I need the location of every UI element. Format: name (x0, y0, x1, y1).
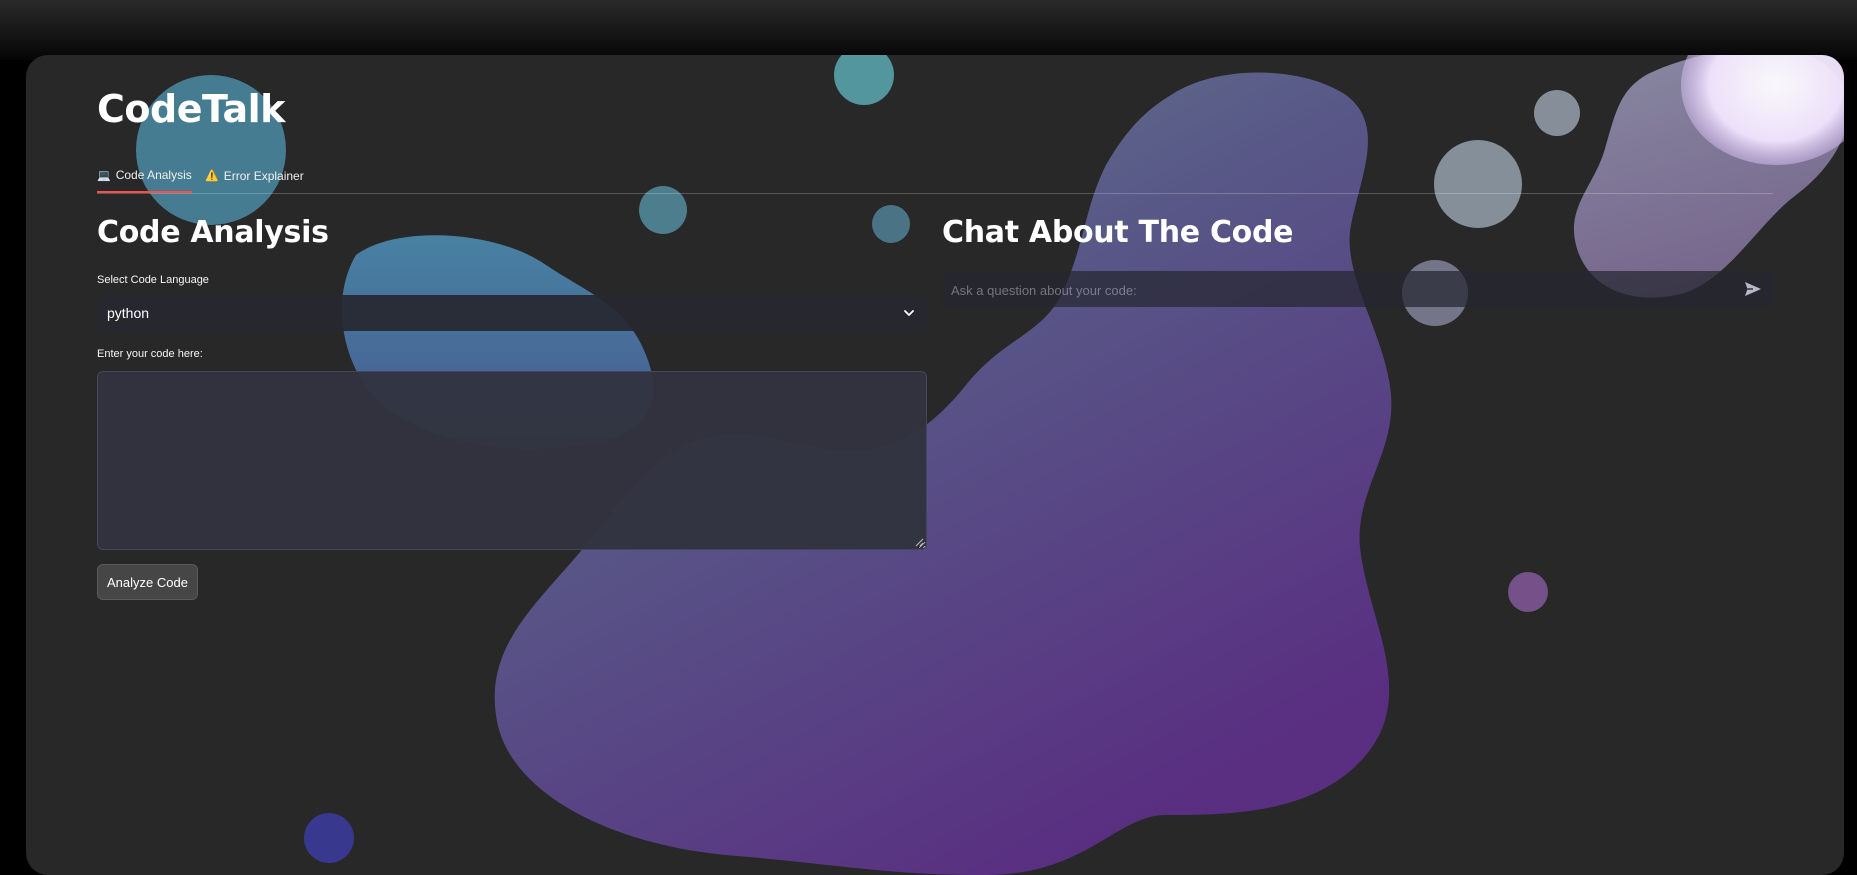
tab-bar: 💻 Code Analysis ⚠️ Error Explainer (97, 159, 1773, 194)
code-analysis-heading: Code Analysis (97, 215, 329, 250)
main-content: CodeTalk 💻 Code Analysis ⚠️ Error Explai… (26, 55, 1844, 875)
warning-icon: ⚠️ (205, 170, 219, 182)
tab-label: Code Analysis (115, 168, 192, 182)
tab-error-explainer[interactable]: ⚠️ Error Explainer (205, 159, 304, 192)
laptop-icon: 💻 (97, 169, 111, 182)
page-title: CodeTalk (97, 87, 285, 131)
app-window: CodeTalk 💻 Code Analysis ⚠️ Error Explai… (26, 55, 1844, 875)
analyze-code-button[interactable]: Analyze Code (97, 564, 198, 600)
language-select[interactable]: python (97, 295, 927, 331)
chevron-down-icon (904, 310, 914, 316)
language-select-label: Select Code Language (97, 274, 209, 286)
code-input-label: Enter your code here: (97, 348, 203, 360)
browser-top-bar (0, 0, 1857, 60)
code-textarea[interactable] (97, 371, 927, 550)
send-icon[interactable] (1743, 279, 1763, 299)
tab-label: Error Explainer (223, 168, 304, 183)
chat-heading: Chat About The Code (942, 215, 1294, 250)
language-select-value: python (107, 305, 150, 321)
chat-input-container (942, 271, 1773, 309)
tab-code-analysis[interactable]: 💻 Code Analysis (97, 159, 192, 193)
chat-input[interactable] (942, 271, 1733, 309)
